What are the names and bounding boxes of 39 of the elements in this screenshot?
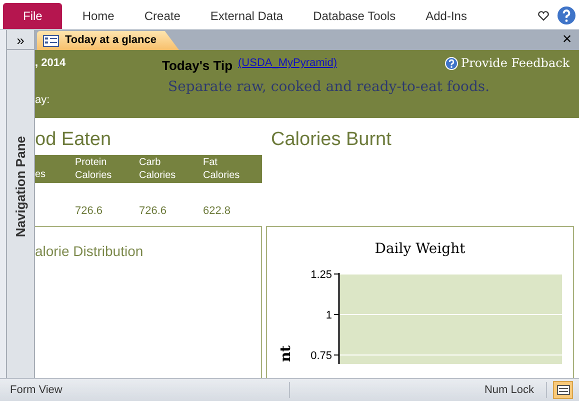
ribbon-tab[interactable]: External Data [196, 3, 298, 29]
table-cell-text: 622.8 [203, 204, 232, 219]
ribbon-tab[interactable]: Home [68, 3, 128, 29]
chart-title: Daily Weight [374, 240, 466, 259]
column-header: Carb Calories [139, 156, 177, 183]
date-text: , 2014 [35, 56, 66, 71]
close-button[interactable]: × [557, 30, 577, 50]
ribbon-tab[interactable]: Database Tools [299, 3, 410, 29]
num-lock-indicator: Num Lock [484, 382, 547, 398]
section-title: od Eaten [35, 128, 112, 152]
table-cell-text: 726.6 [139, 204, 168, 219]
ribbon-tab[interactable]: Create [130, 3, 194, 29]
tip-text: Separate raw, cooked and ready-to-eat foods. [168, 78, 490, 97]
document-tab-title: Today at a glance [65, 33, 156, 48]
navigation-pane-label: Navigation Pane [12, 136, 29, 238]
expand-pane-button[interactable]: » [7, 30, 34, 50]
panel-title: alorie Distribution [35, 243, 144, 259]
form-icon [556, 385, 570, 395]
heart-icon[interactable] [538, 11, 549, 21]
y-tick-label: 0.75 [310, 350, 332, 362]
ribbon-tab[interactable]: Add-Ins [412, 3, 481, 29]
y-tick-label: 1 [326, 310, 332, 322]
tip-title: Today's Tip [162, 57, 233, 75]
column-header: Protein Calories [75, 156, 113, 183]
section-title: Calories Burnt [271, 128, 392, 152]
navigation-pane[interactable]: » Navigation Pane [6, 30, 35, 378]
form-view-button[interactable] [553, 381, 573, 399]
table-cell-text: 726.6 [75, 204, 104, 219]
header-label: ay: [35, 93, 50, 108]
form-icon [43, 34, 59, 46]
status-text: Form View [0, 382, 290, 398]
y-tick-label: 1.25 [310, 269, 332, 281]
y-axis-label: nt [278, 345, 294, 362]
column-header: Fat Calories [203, 156, 241, 183]
ribbon-tab[interactable]: File [3, 3, 62, 29]
help-icon [445, 56, 458, 70]
provide-feedback-link[interactable]: Provide Feedback [445, 54, 570, 72]
help-icon[interactable] [557, 6, 576, 25]
document-tab[interactable]: Today at a glance [37, 31, 179, 50]
